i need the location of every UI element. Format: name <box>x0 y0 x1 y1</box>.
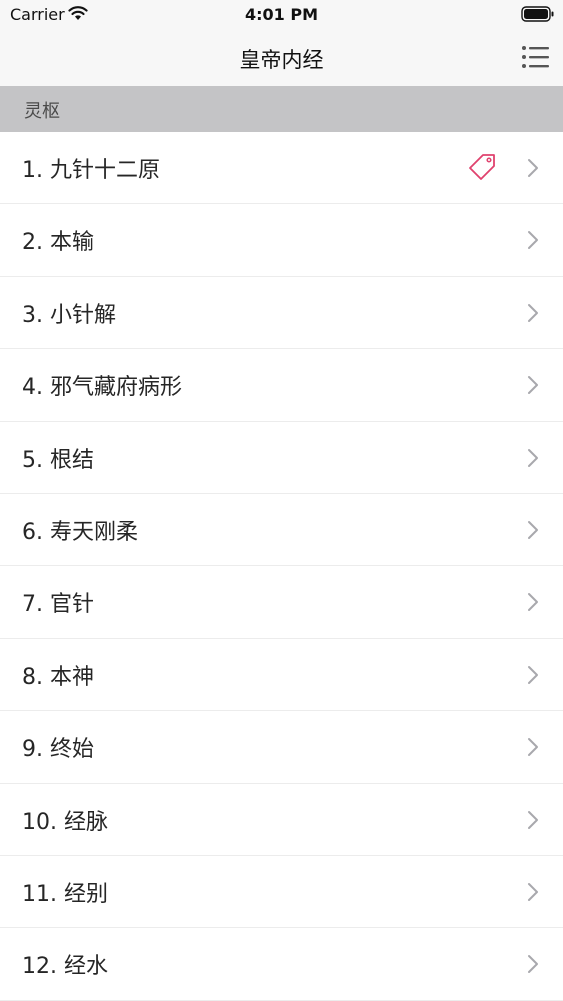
chapter-title: 8. 本神 <box>22 664 94 690</box>
chevron-right-icon <box>528 520 538 539</box>
list-menu-icon[interactable] <box>519 40 553 74</box>
chapter-title: 11. 经别 <box>22 881 108 907</box>
chapter-title: 10. 经脉 <box>22 809 108 835</box>
chapter-title: 2. 本输 <box>22 230 94 256</box>
chapter-row[interactable]: 1. 九针十二原 <box>0 132 563 205</box>
chapter-row[interactable]: 11. 经别 <box>0 856 563 929</box>
chapter-title: 9. 终始 <box>22 737 94 763</box>
chapter-title: 6. 寿天刚柔 <box>22 519 138 545</box>
page-title: 皇帝内经 <box>239 48 324 72</box>
chapter-row[interactable]: 6. 寿天刚柔 <box>0 494 563 567</box>
chevron-right-icon <box>528 159 538 177</box>
section-title: 灵枢 <box>24 101 60 122</box>
chevron-right-icon <box>528 593 538 612</box>
chevron-right-icon <box>528 448 538 467</box>
chevron-right-icon <box>528 303 538 322</box>
section-header: 灵枢 <box>0 86 563 132</box>
chevron-right-icon <box>528 810 538 829</box>
chapter-title: 7. 官针 <box>22 592 94 618</box>
chapter-list: 1. 九针十二原 2. 本输 3. 小针解 4. 邪气藏府病形 5. 根结 6.… <box>0 132 563 1001</box>
chapter-row[interactable]: 12. 经水 <box>0 928 563 1001</box>
chapter-row[interactable]: 4. 邪气藏府病形 <box>0 349 563 422</box>
chapter-title: 3. 小针解 <box>22 302 116 328</box>
battery-icon <box>521 6 554 22</box>
chapter-row[interactable]: 10. 经脉 <box>0 784 563 856</box>
chapter-title: 1. 九针十二原 <box>22 158 160 183</box>
chevron-right-icon <box>528 665 538 684</box>
navigation-bar: 皇帝内经 <box>0 30 563 86</box>
chapter-title: 12. 经水 <box>22 954 108 980</box>
chevron-right-icon <box>528 882 538 901</box>
chevron-right-icon <box>528 955 538 974</box>
status-bar: Carrier 4:01 PM <box>0 0 563 30</box>
chapter-row[interactable]: 8. 本神 <box>0 639 563 712</box>
chevron-right-icon <box>528 376 538 395</box>
chapter-row[interactable]: 5. 根结 <box>0 422 563 494</box>
chapter-row[interactable]: 7. 官针 <box>0 566 563 639</box>
chapter-row[interactable]: 9. 终始 <box>0 711 563 784</box>
chapter-title: 5. 根结 <box>22 447 94 473</box>
chapter-row[interactable]: 3. 小针解 <box>0 277 563 350</box>
chapter-row[interactable]: 2. 本输 <box>0 204 563 277</box>
tag-icon[interactable] <box>467 152 497 182</box>
chevron-right-icon <box>528 231 538 250</box>
chevron-right-icon <box>528 738 538 757</box>
status-time: 4:01 PM <box>244 5 318 24</box>
chapter-title: 4. 邪气藏府病形 <box>22 375 182 401</box>
